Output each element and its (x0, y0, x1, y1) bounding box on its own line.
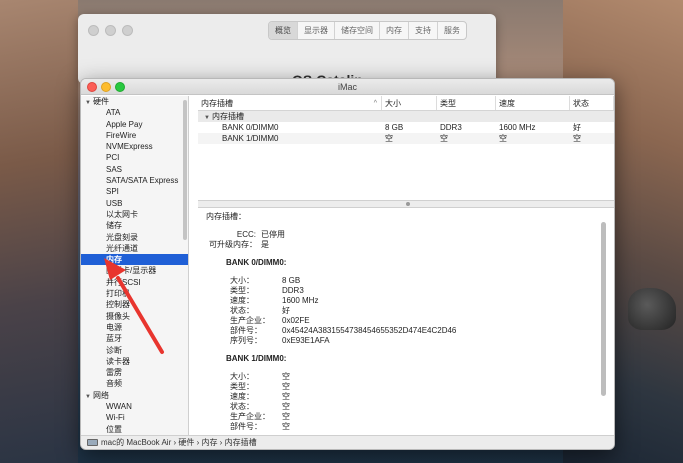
arrow-shaft (116, 276, 164, 354)
annotation-arrow (104, 258, 164, 354)
arrow-head (104, 258, 126, 280)
